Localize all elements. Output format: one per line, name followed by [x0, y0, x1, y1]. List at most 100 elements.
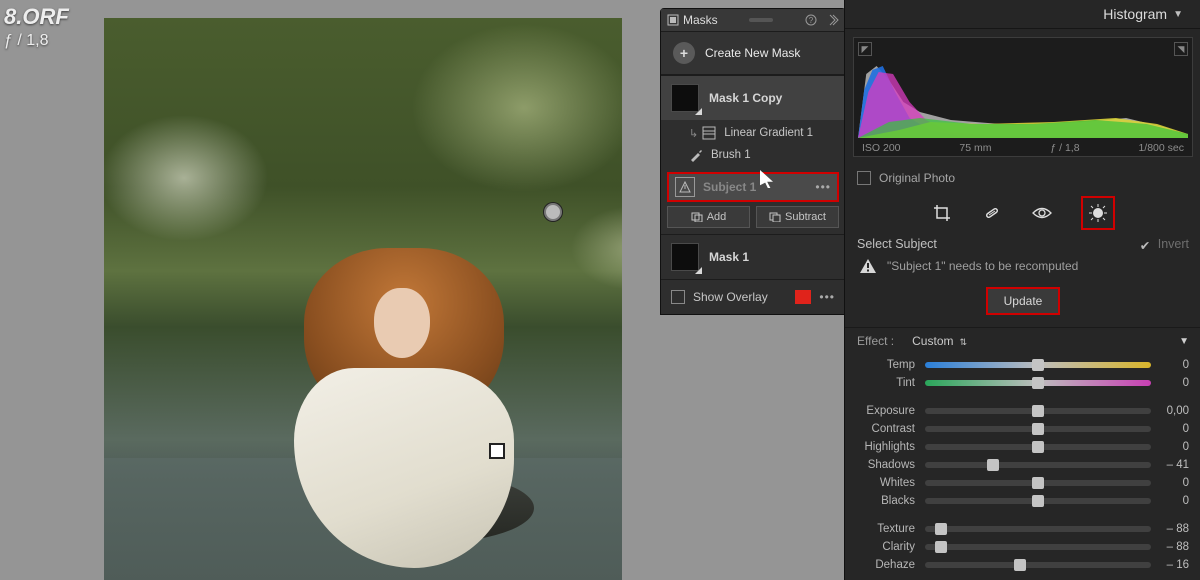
- histo-shutter: 1/800 sec: [1138, 142, 1184, 154]
- mask-item-label: Mask 1 Copy: [709, 91, 782, 105]
- overlay-color-swatch[interactable]: [795, 290, 811, 304]
- right-panel: Histogram ▼ ◤ ◥ ISO 200 75 mm ƒ / 1,8 1/…: [844, 0, 1200, 580]
- show-overlay-label: Show Overlay: [693, 290, 768, 304]
- chevron-down-icon: ▼: [1173, 9, 1183, 20]
- redeye-tool-icon[interactable]: [1031, 202, 1053, 224]
- slider-knob[interactable]: [1032, 359, 1044, 371]
- slider-whites[interactable]: Whites 0: [845, 474, 1200, 492]
- original-photo-checkbox[interactable]: [857, 171, 871, 185]
- slider-knob[interactable]: [987, 459, 999, 471]
- slider-tint[interactable]: Tint0: [845, 374, 1200, 392]
- masks-panel-title: Masks: [683, 13, 718, 27]
- slider-knob[interactable]: [935, 523, 947, 535]
- slider-exposure[interactable]: Exposure 0,00: [845, 402, 1200, 420]
- create-new-mask-button[interactable]: + Create New Mask: [661, 32, 845, 75]
- histogram[interactable]: ◤ ◥ ISO 200 75 mm ƒ / 1,8 1/800 sec: [853, 37, 1193, 157]
- photo-canvas[interactable]: [104, 18, 622, 580]
- slider-knob[interactable]: [935, 541, 947, 553]
- mask-thumb-icon: [671, 84, 699, 112]
- slider-value: 0: [1151, 359, 1189, 371]
- slider-highlights[interactable]: Highlights0: [845, 438, 1200, 456]
- mask-pin-icon[interactable]: [544, 203, 562, 221]
- slider-label: Blacks: [857, 495, 925, 507]
- mask-component-label: Subject 1: [703, 180, 815, 194]
- slider-knob[interactable]: [1032, 377, 1044, 389]
- invert-checkbox[interactable]: ✔: [1140, 238, 1152, 250]
- slider-knob[interactable]: [1032, 405, 1044, 417]
- slider-texture[interactable]: Texture– 88: [845, 520, 1200, 538]
- update-button[interactable]: Update: [986, 287, 1061, 315]
- more-icon[interactable]: •••: [815, 180, 831, 194]
- panel-disclosure-icon[interactable]: ▼: [1179, 336, 1189, 347]
- chevron-right-icon[interactable]: [827, 14, 839, 26]
- warning-triangle-icon: [675, 177, 695, 197]
- add-icon: [691, 212, 703, 222]
- slider-knob[interactable]: [1032, 495, 1044, 507]
- shadow-clip-icon[interactable]: ◤: [858, 42, 872, 56]
- show-overlay-checkbox[interactable]: [671, 290, 685, 304]
- brush-icon: [689, 148, 703, 162]
- histo-fstop: ƒ / 1,8: [1050, 142, 1079, 154]
- masking-tool-icon[interactable]: [1081, 196, 1115, 230]
- plus-icon: +: [673, 42, 695, 64]
- effect-dropdown[interactable]: Custom⇅: [912, 334, 967, 348]
- slider-track[interactable]: [925, 526, 1151, 532]
- slider-knob[interactable]: [1032, 441, 1044, 453]
- slider-blacks[interactable]: Blacks 0: [845, 492, 1200, 510]
- mask-subtract-label: Subtract: [785, 211, 826, 223]
- slider-track[interactable]: [925, 544, 1151, 550]
- slider-label: Whites: [857, 477, 925, 489]
- slider-track[interactable]: [925, 462, 1151, 468]
- help-icon[interactable]: ?: [805, 14, 817, 26]
- slider-knob[interactable]: [1032, 423, 1044, 435]
- slider-track[interactable]: [925, 498, 1151, 504]
- slider-label: Dehaze: [857, 559, 925, 571]
- crop-tool-icon[interactable]: [931, 202, 953, 224]
- slider-clarity[interactable]: Clarity– 88: [845, 538, 1200, 556]
- histogram-header[interactable]: Histogram ▼: [845, 0, 1200, 29]
- slider-temp[interactable]: Temp0: [845, 356, 1200, 374]
- mask-item-mask1copy[interactable]: Mask 1 Copy: [661, 75, 845, 120]
- slider-value: 0: [1151, 495, 1189, 507]
- slider-track[interactable]: [925, 562, 1151, 568]
- mask-add-label: Add: [707, 211, 727, 223]
- svg-text:?: ?: [809, 16, 814, 25]
- slider-value: 0: [1151, 477, 1189, 489]
- select-subject-label: Select Subject: [857, 237, 1140, 251]
- slider-value: – 88: [1151, 541, 1189, 553]
- slider-value: – 41: [1151, 459, 1189, 471]
- slider-label: Tint: [857, 377, 925, 389]
- slider-contrast[interactable]: Contrast0: [845, 420, 1200, 438]
- slider-value: 0,00: [1151, 405, 1189, 417]
- mask-component-linear-gradient[interactable]: ↳ Linear Gradient 1: [689, 122, 845, 144]
- masks-panel: Masks ? + Create New Mask Mask 1 Copy ↳ …: [660, 8, 846, 315]
- mask-component-brush[interactable]: Brush 1: [689, 144, 845, 166]
- create-new-mask-label: Create New Mask: [705, 46, 800, 60]
- slider-track[interactable]: [925, 408, 1151, 414]
- slider-label: Highlights: [857, 441, 925, 453]
- highlight-clip-icon[interactable]: ◥: [1174, 42, 1188, 56]
- slider-knob[interactable]: [1014, 559, 1026, 571]
- mask-add-button[interactable]: Add: [667, 206, 750, 228]
- slider-track[interactable]: [925, 380, 1151, 386]
- mask-subtract-button[interactable]: Subtract: [756, 206, 839, 228]
- slider-label: Exposure: [857, 405, 925, 417]
- mask-item-mask1[interactable]: Mask 1: [661, 234, 845, 279]
- tool-strip: [845, 195, 1200, 231]
- histogram-title: Histogram: [1103, 6, 1167, 22]
- masks-panel-icon: [667, 14, 679, 26]
- slider-track[interactable]: [925, 426, 1151, 432]
- overlay-more-icon[interactable]: •••: [819, 290, 835, 304]
- mask-component-subject-highlighted[interactable]: Subject 1 •••: [667, 172, 839, 202]
- slider-shadows[interactable]: Shadows– 41: [845, 456, 1200, 474]
- invert-label: Invert: [1158, 237, 1189, 251]
- slider-track[interactable]: [925, 480, 1151, 486]
- slider-knob[interactable]: [1032, 477, 1044, 489]
- heal-tool-icon[interactable]: [981, 202, 1003, 224]
- slider-track[interactable]: [925, 362, 1151, 368]
- slider-value: – 16: [1151, 559, 1189, 571]
- masks-panel-header[interactable]: Masks ?: [661, 9, 845, 32]
- selection-handle-icon[interactable]: [489, 443, 505, 459]
- slider-track[interactable]: [925, 444, 1151, 450]
- slider-dehaze[interactable]: Dehaze – 16: [845, 556, 1200, 574]
